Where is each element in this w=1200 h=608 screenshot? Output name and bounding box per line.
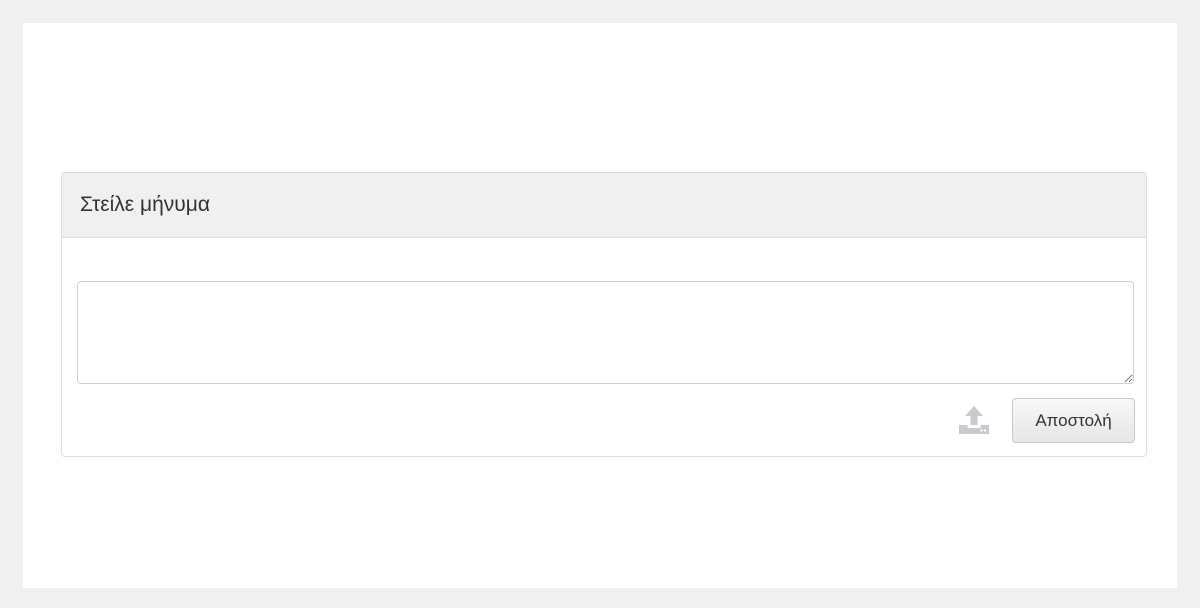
panel-heading: Στείλε μήνυμα — [62, 173, 1146, 238]
message-textarea[interactable] — [77, 281, 1134, 384]
panel-title: Στείλε μήνυμα — [80, 193, 210, 216]
send-button[interactable]: Αποστολή — [1012, 398, 1135, 443]
page-container: Στείλε μήνυμα Αποστολή — [23, 23, 1177, 588]
send-message-panel: Στείλε μήνυμα Αποστολή — [61, 172, 1147, 457]
upload-icon — [959, 406, 989, 434]
upload-button[interactable] — [956, 402, 992, 438]
